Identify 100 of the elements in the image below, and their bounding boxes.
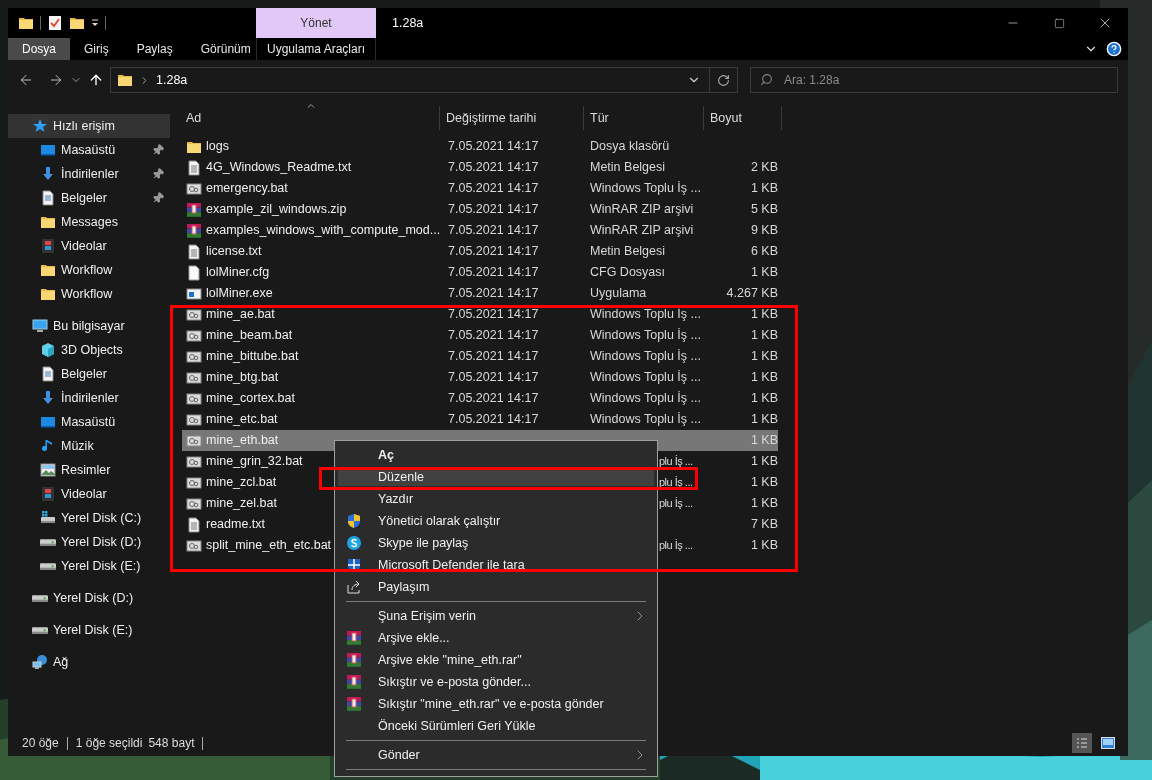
star-icon xyxy=(32,118,48,134)
sidebar-item[interactable]: Bu bilgisayar xyxy=(8,314,170,338)
file-name[interactable]: readme.txt xyxy=(206,515,266,534)
sidebar-item[interactable]: Yerel Disk (E:) xyxy=(8,618,170,642)
modified-date: 7.05.2021 14:17 xyxy=(448,139,539,154)
details-list-icon xyxy=(1076,738,1088,748)
menu-item[interactable]: Paylaşım xyxy=(338,578,654,596)
menu-item[interactable]: Arşive ekle... xyxy=(338,629,654,647)
modified-date: 7.05.2021 14:17 xyxy=(448,265,539,280)
menu-item[interactable]: Sıkıştır "mine_eth.rar" ve e-posta gönder xyxy=(338,695,654,713)
modified-date: 7.05.2021 14:17 xyxy=(448,181,539,196)
ribbon-tab[interactable]: Giriş xyxy=(70,38,123,60)
column-header[interactable]: Ad xyxy=(182,106,440,130)
back-icon[interactable] xyxy=(18,72,34,88)
file-size: 1 KB xyxy=(750,328,778,343)
menu-item[interactable]: Skype ile paylaş xyxy=(338,534,654,552)
help-icon[interactable] xyxy=(1106,41,1122,57)
modified-date: 7.05.2021 14:17 xyxy=(448,391,539,406)
menu-item[interactable]: Microsoft Defender ile tara xyxy=(338,556,654,574)
sidebar-item[interactable]: Messages xyxy=(8,210,170,234)
file-type: Windows Toplu İş ... xyxy=(590,391,701,406)
column-header[interactable]: Boyut xyxy=(704,106,782,130)
monitor-icon xyxy=(32,318,48,334)
gear-file-icon xyxy=(186,369,202,386)
sidebar-item[interactable]: İndirilenler xyxy=(8,386,170,410)
sidebar-item[interactable]: Workflow xyxy=(8,258,170,282)
search-field[interactable]: Ara: 1.28a xyxy=(750,67,1118,93)
menu-item[interactable]: Sıkıştır ve e-posta gönder... xyxy=(338,673,654,691)
refresh-button[interactable] xyxy=(710,67,738,93)
maximize-icon xyxy=(1053,17,1065,29)
sidebar-item[interactable]: Ağ xyxy=(8,650,170,674)
sidebar-item[interactable]: Videolar xyxy=(8,234,170,258)
gear-file-icon xyxy=(186,327,202,344)
forward-icon[interactable] xyxy=(48,72,64,88)
menu-item[interactable]: Yazdır xyxy=(338,490,654,508)
dropdown-caret-icon[interactable] xyxy=(91,18,99,28)
file-name[interactable]: mine_cortex.bat xyxy=(206,389,295,408)
menu-item[interactable]: Yönetici olarak çalıştır xyxy=(338,512,654,530)
sidebar-item[interactable]: Müzik xyxy=(8,434,170,458)
file-name[interactable]: mine_zel.bat xyxy=(206,494,277,513)
sidebar-item[interactable]: Yerel Disk (E:) xyxy=(8,554,170,578)
gear-file-icon xyxy=(186,411,202,428)
modified-date: 7.05.2021 14:17 xyxy=(448,412,539,427)
sidebar-item[interactable]: Belgeler xyxy=(8,362,170,386)
details-view-button[interactable] xyxy=(1072,733,1092,753)
file-name[interactable]: mine_bittube.bat xyxy=(206,347,299,366)
file-name[interactable]: emergency.bat xyxy=(206,179,288,198)
sidebar-item[interactable]: Yerel Disk (C:) xyxy=(8,506,170,530)
sidebar-item[interactable]: Yerel Disk (D:) xyxy=(8,530,170,554)
file-name[interactable]: mine_eth.bat xyxy=(206,431,279,450)
sidebar-item[interactable]: Masaüstü xyxy=(8,138,170,162)
file-type: Windows Toplu İş ... xyxy=(590,370,701,385)
menu-item[interactable]: Aç xyxy=(338,446,654,464)
file-name[interactable]: lolMiner.exe xyxy=(206,284,273,303)
sidebar-item[interactable]: Hızlı erişim xyxy=(8,114,170,138)
sidebar-item[interactable]: Yerel Disk (D:) xyxy=(8,586,170,610)
file-name[interactable]: mine_ae.bat xyxy=(206,305,275,324)
ribbon-tab[interactable]: Paylaş xyxy=(122,38,187,60)
address-field[interactable]: 1.28a xyxy=(110,67,710,93)
large-icons-icon xyxy=(1101,737,1115,749)
sidebar-item[interactable]: İndirilenler xyxy=(8,162,170,186)
gear-file-icon xyxy=(186,453,202,470)
monitor-icon xyxy=(40,142,56,158)
drive-icon xyxy=(40,562,56,570)
gear-file-icon xyxy=(186,306,202,323)
file-name[interactable]: logs xyxy=(206,137,229,156)
ribbon-tab[interactable]: Uygulama Araçları xyxy=(257,38,375,60)
file-name[interactable]: lolMiner.cfg xyxy=(206,263,270,282)
column-header[interactable]: Tür xyxy=(584,106,704,130)
menu-item[interactable]: Şuna Erişim verin xyxy=(338,607,654,625)
archive-icon xyxy=(346,630,362,646)
selection-count: 1 öğe seçildi xyxy=(75,735,143,752)
sidebar-item[interactable]: 3D Objects xyxy=(8,338,170,362)
sidebar-item[interactable]: Belgeler xyxy=(8,186,170,210)
file-name[interactable]: mine_zcl.bat xyxy=(206,473,277,492)
breadcrumb-item[interactable]: 1.28a xyxy=(156,70,188,90)
checklist-icon[interactable] xyxy=(47,15,63,31)
sidebar-item[interactable]: Resimler xyxy=(8,458,170,482)
file-type: plu İş ... xyxy=(659,497,693,510)
up-icon[interactable] xyxy=(88,72,104,88)
sidebar-item[interactable]: Videolar xyxy=(8,482,170,506)
gear-file-icon xyxy=(186,390,202,407)
file-name[interactable]: mine_etc.bat xyxy=(206,410,278,429)
file-type: Metin Belgesi xyxy=(590,244,666,259)
file-name[interactable]: mine_beam.bat xyxy=(206,326,293,345)
sidebar-item[interactable]: Masaüstü xyxy=(8,410,170,434)
file-name[interactable]: examples_windows_with_compute_mod... xyxy=(206,221,441,240)
file-name[interactable]: mine_btg.bat xyxy=(206,368,279,387)
menu-item[interactable]: Önceki Sürümleri Geri Yükle xyxy=(338,717,654,735)
file-name[interactable]: example_zil_windows.zip xyxy=(206,200,347,219)
file-name[interactable]: 4G_Windows_Readme.txt xyxy=(206,158,352,177)
ribbon-tab[interactable]: Dosya xyxy=(8,38,70,60)
column-header[interactable]: Değiştirme tarihi xyxy=(440,106,584,130)
file-name[interactable]: license.txt xyxy=(206,242,262,261)
menu-item[interactable]: Arşive ekle "mine_eth.rar" xyxy=(338,651,654,669)
file-name[interactable]: split_mine_eth_etc.bat xyxy=(206,536,332,555)
sidebar-item[interactable]: Workflow xyxy=(8,282,170,306)
file-name[interactable]: mine_grin_32.bat xyxy=(206,452,303,471)
menu-item[interactable]: Gönder xyxy=(338,746,654,764)
film-icon xyxy=(40,238,56,254)
